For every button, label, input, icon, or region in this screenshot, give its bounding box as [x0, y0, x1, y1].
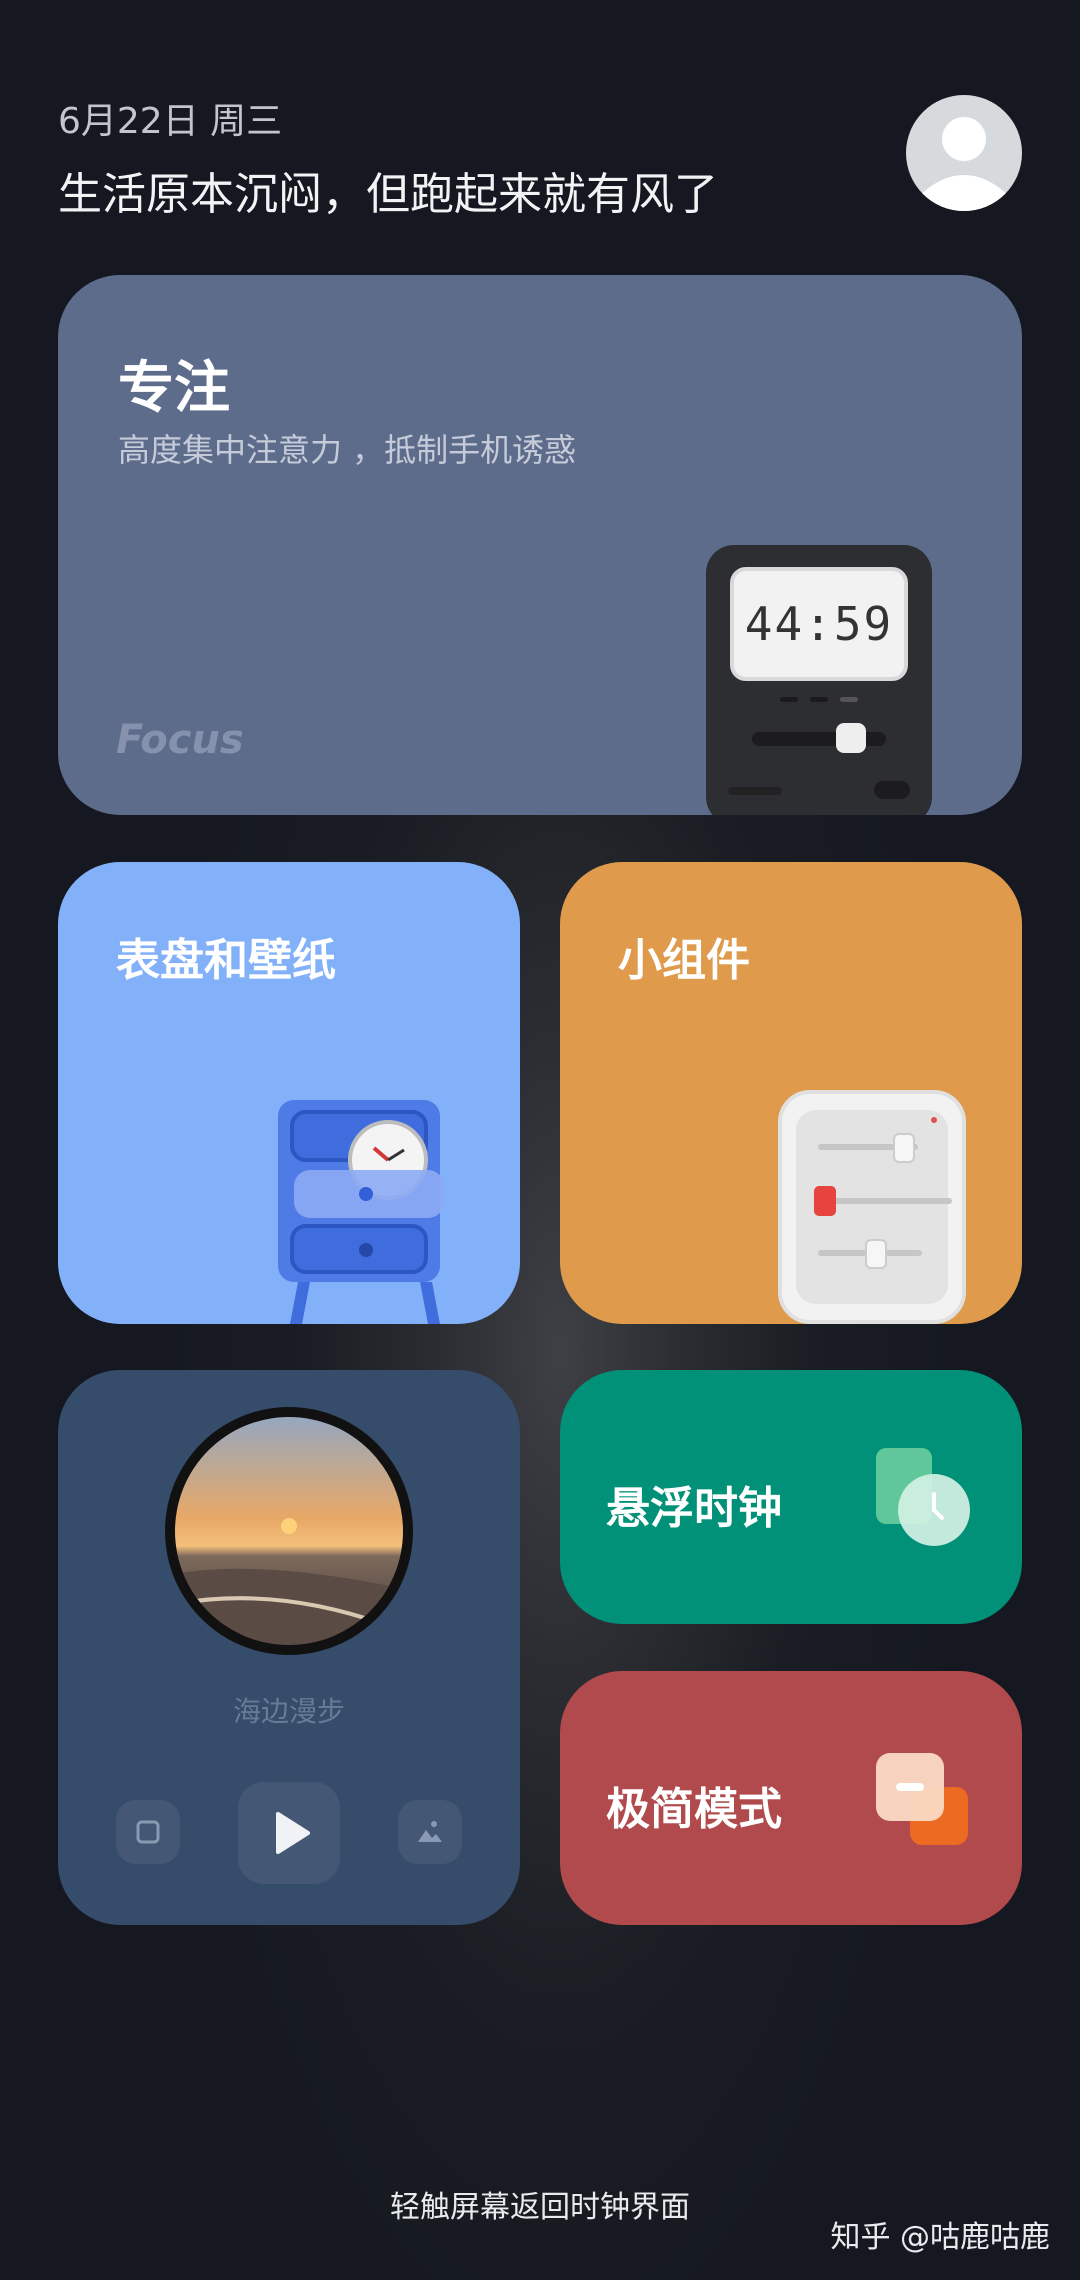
motto-text: 生活原本沉闷，但跑起来就有风了 — [58, 169, 718, 220]
wallpaper-button[interactable] — [398, 1800, 462, 1864]
floating-clock-icon — [876, 1448, 970, 1546]
avatar[interactable] — [906, 95, 1022, 211]
minimal-mode-title: 极简模式 — [606, 1784, 782, 1835]
focus-subtitle: 高度集中注意力 ，抵制手机诱惑 — [118, 431, 577, 469]
date-label: 6月22日 周三 — [58, 101, 283, 142]
track-title: 海边漫步 — [232, 1695, 345, 1728]
watch-face-wallpaper-card[interactable]: 表盘和壁纸 — [58, 862, 520, 1324]
music-card[interactable]: 海边漫步 — [58, 1370, 520, 1925]
watch-face-title: 表盘和壁纸 — [116, 935, 336, 986]
widgets-title: 小组件 — [618, 935, 750, 986]
watermark: 知乎 @咕鹿咕鹿 — [830, 2220, 1050, 2255]
focus-title: 专注 — [118, 356, 230, 421]
album-art — [165, 1407, 413, 1655]
stop-icon — [136, 1820, 160, 1844]
drawer-clock-icon — [278, 1100, 444, 1324]
focus-brand-label: Focus — [116, 717, 244, 763]
focus-card[interactable]: 专注 高度集中注意力 ，抵制手机诱惑 Focus 44:59 — [58, 275, 1022, 815]
floating-clock-title: 悬浮时钟 — [606, 1483, 782, 1534]
timer-display: 44:59 — [744, 597, 894, 651]
floating-clock-card[interactable]: 悬浮时钟 — [560, 1370, 1022, 1624]
slider-panel-icon — [778, 1090, 966, 1324]
stop-button[interactable] — [116, 1800, 180, 1864]
play-icon — [276, 1812, 310, 1854]
timer-device-illustration: 44:59 — [706, 545, 932, 815]
user-icon — [920, 117, 1008, 211]
image-icon — [418, 1821, 442, 1842]
minimal-mode-card[interactable]: 极简模式 — [560, 1671, 1022, 1925]
widgets-card[interactable]: 小组件 — [560, 862, 1022, 1324]
play-button[interactable] — [238, 1782, 340, 1884]
minimal-mode-icon — [876, 1753, 968, 1845]
